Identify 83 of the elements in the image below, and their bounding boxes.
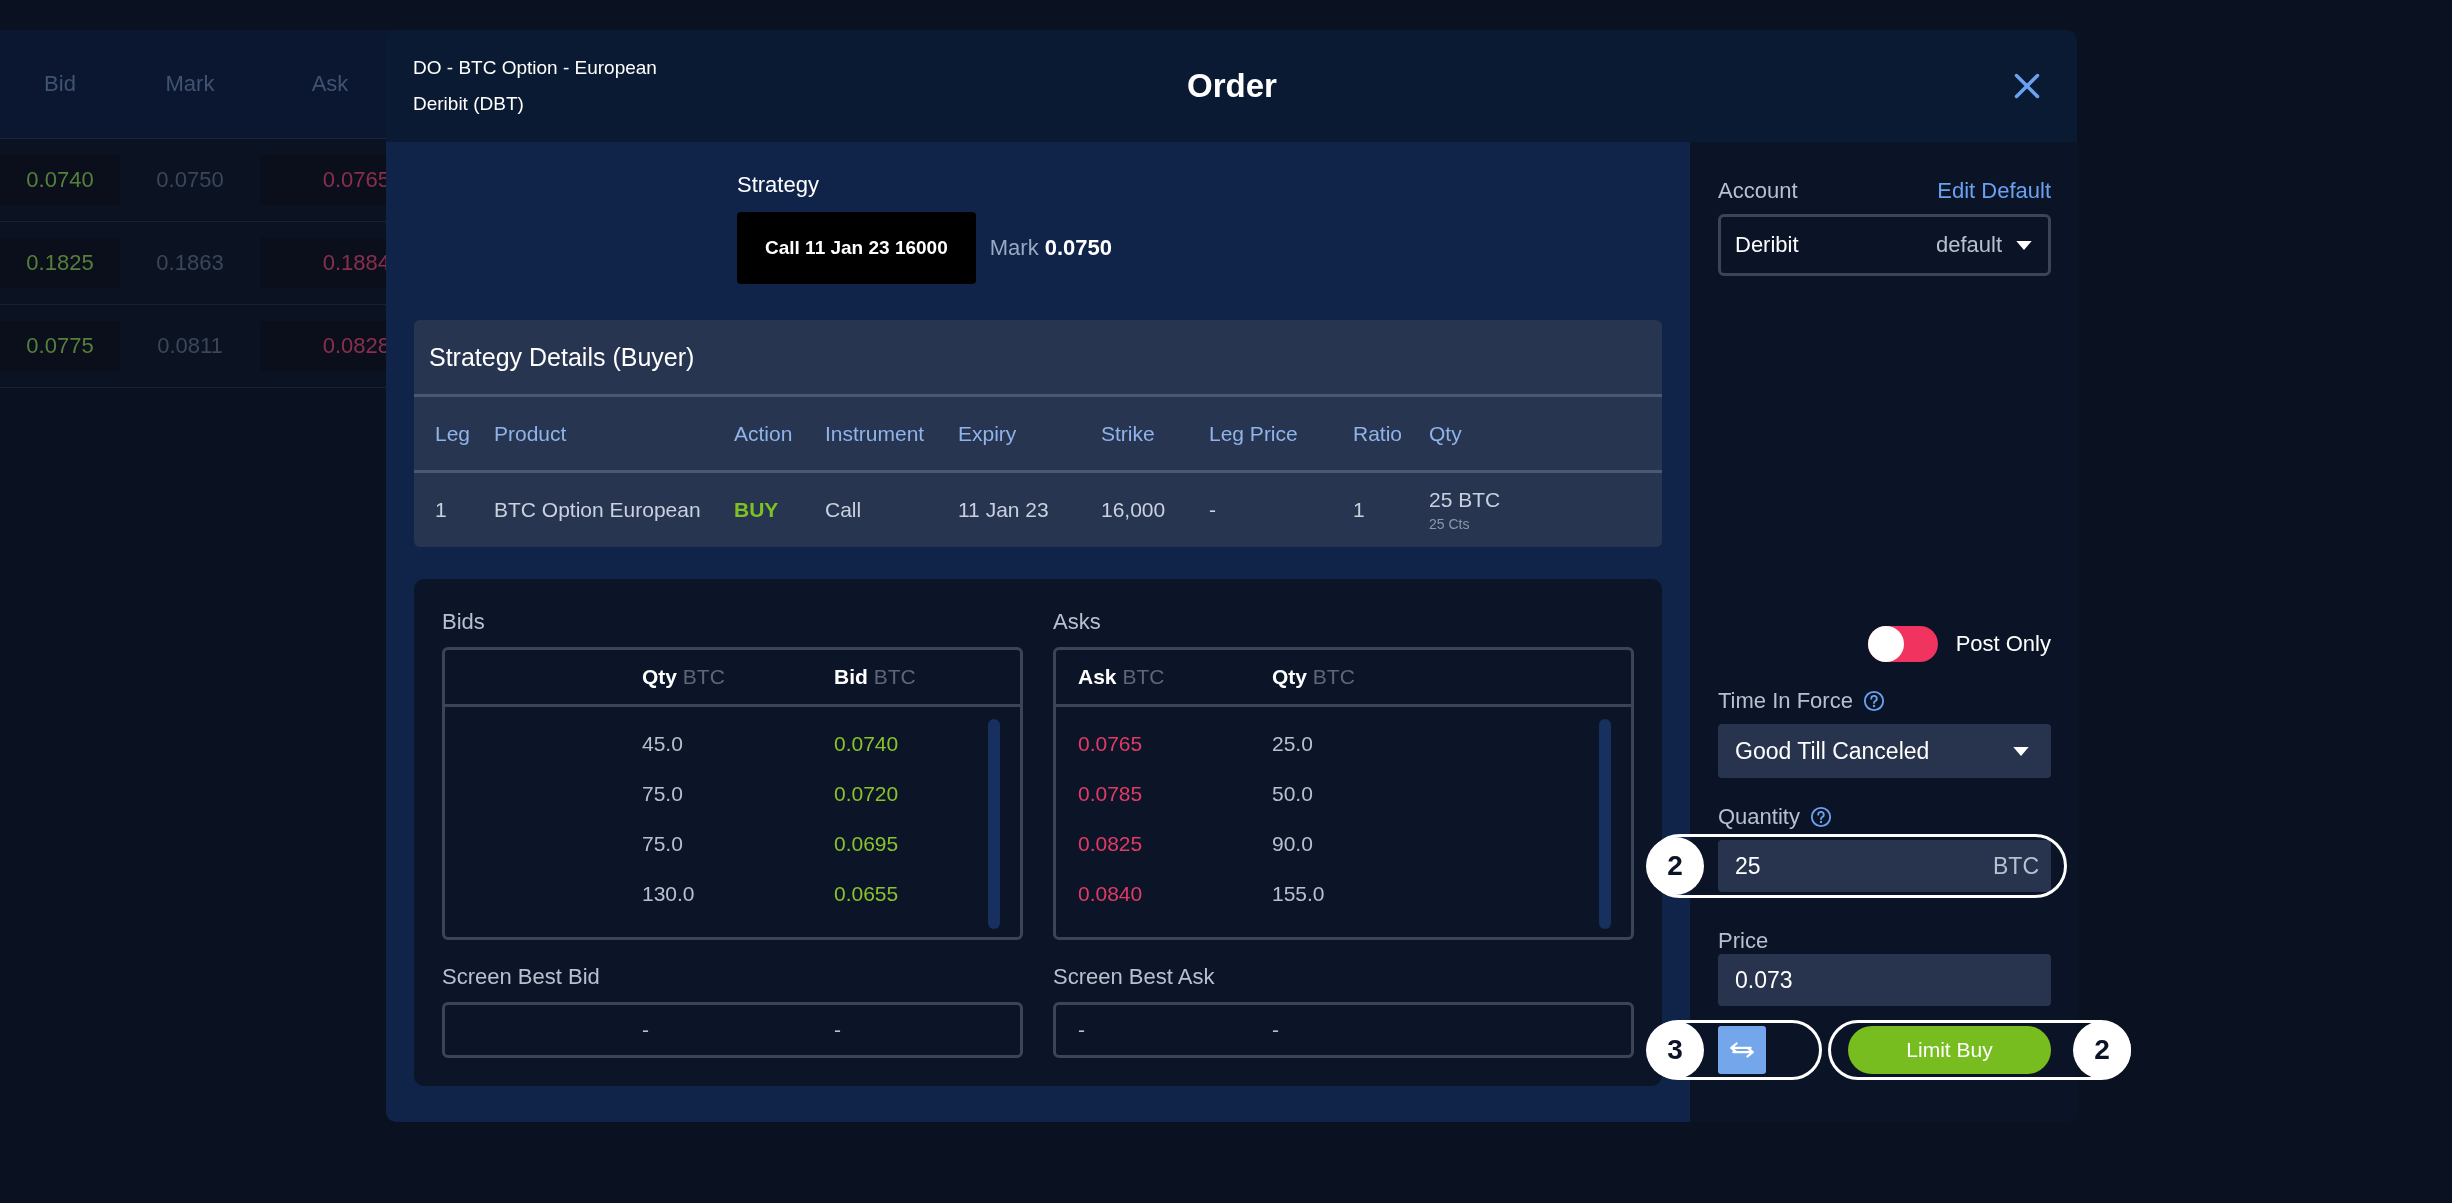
bid-cell: 0.1825	[0, 238, 120, 288]
price-field[interactable]: 0.073	[1718, 954, 2051, 1006]
mark-label: Mark	[989, 235, 1039, 261]
caret-icon	[2013, 746, 2029, 756]
swap-arrows-icon	[1729, 1041, 1755, 1059]
table-cell-text: 1	[435, 498, 448, 522]
toggle-label: Post Only	[1955, 631, 2051, 657]
strategy-chip: Call 11 Jan 23 16000	[737, 212, 976, 284]
best-price-value: -	[1272, 1018, 1279, 1042]
quantity-cell-text: 130.0	[642, 882, 696, 906]
column-header: Qty BTC	[1272, 665, 1355, 689]
table-cell-text: BTC Option European	[494, 498, 702, 522]
bid-price-cell: 0.0655	[834, 882, 899, 906]
scrollbar[interactable]	[988, 719, 1000, 929]
column-header: Product	[494, 421, 568, 446]
column-header: Instrument	[825, 421, 926, 446]
ask-price-cell-text: 0.0825	[1078, 832, 1144, 856]
column-header: Mark	[164, 71, 216, 97]
quantity-cell: 25.0	[1272, 732, 1313, 756]
post-only-toggle[interactable]	[1867, 626, 1938, 662]
field-label: Price	[1718, 928, 1770, 954]
venue-name: Deribit (DBT)	[413, 93, 525, 115]
help-icon[interactable]	[1862, 690, 1885, 712]
quantity-cell-text: 75.0	[642, 782, 684, 806]
best-price-value: -	[642, 1018, 650, 1042]
caret-icon	[2016, 240, 2032, 250]
section-label: Screen Best Bid	[442, 964, 601, 990]
quantity-cell: 90.0	[1272, 832, 1313, 856]
table-cell-text: 11 Jan 23	[958, 498, 1050, 522]
ask-price-cell-text: 0.0765	[1078, 732, 1144, 756]
bid-price-cell: 0.0740	[834, 732, 899, 756]
unit-label: BTC	[1993, 852, 2039, 880]
section-label: Asks	[1053, 609, 1102, 635]
best-price-value: -	[1078, 1018, 1086, 1042]
table-cell-text: 25 Cts	[1429, 516, 1471, 532]
column-header: Bid	[43, 71, 77, 97]
section-label: Screen Best Ask	[1053, 964, 1216, 990]
account-select[interactable]: Deribit default	[1718, 214, 2051, 276]
instrument-name: DO - BTC Option - European	[413, 57, 658, 79]
time-in-force-select[interactable]: Good Till Canceled	[1718, 724, 2051, 778]
bid-cell: 0.0775	[0, 321, 120, 371]
quantity-value: 25	[1735, 852, 1761, 880]
column-header: Strike	[1101, 421, 1156, 446]
column-header: Action	[734, 421, 794, 446]
ask-price-cell-text: 0.0785	[1078, 782, 1144, 806]
ask-price-cell-text: 0.0840	[1078, 882, 1144, 906]
table-cell-text: 16,000	[1101, 498, 1167, 522]
column-header: Qty	[1429, 421, 1463, 446]
column-header: Leg Price	[1209, 421, 1299, 446]
table-cell-text: BUY	[734, 498, 780, 522]
mark-value: 0.0750	[1044, 235, 1112, 261]
quantity-cell-text: 75.0	[642, 832, 684, 856]
quantity-cell-text: 45.0	[642, 732, 684, 756]
table-cell-text: -	[1209, 498, 1217, 522]
dialog-title: Order	[1187, 67, 1277, 105]
column-header: Expiry	[958, 421, 1018, 446]
quantity-cell: 50.0	[1272, 782, 1313, 806]
help-icon[interactable]	[1809, 806, 1832, 828]
scrollbar[interactable]	[1599, 719, 1611, 929]
bid-cell: 0.0740	[0, 155, 120, 205]
column-header: Ask BTC	[1078, 665, 1166, 689]
field-label: Time In Force	[1718, 688, 1853, 714]
column-header: Ask	[310, 71, 350, 97]
close-icon[interactable]	[2013, 72, 2041, 100]
table-cell-text: 1	[1353, 498, 1366, 522]
card-title: Strategy Details (Buyer)	[429, 342, 695, 372]
best-price-value: -	[834, 1018, 841, 1042]
table-cell-text: 25 BTC	[1429, 488, 1502, 512]
bid-price-cell: 0.0720	[834, 782, 899, 806]
table-cell-text: Call	[825, 498, 863, 522]
column-header: Ratio	[1353, 421, 1404, 446]
section-label: Bids	[442, 609, 486, 635]
field-label: Account	[1718, 178, 1798, 204]
column-header: Leg	[435, 421, 472, 446]
column-header: Bid BTC	[834, 665, 916, 689]
column-header: Qty BTC	[642, 665, 726, 689]
strategy-label: Strategy	[737, 172, 820, 198]
edit-default-link[interactable]: Edit Default	[1937, 178, 2051, 204]
quantity-cell: 155.0	[1272, 882, 1325, 906]
quantity-field[interactable]: 25 BTC	[1718, 840, 2051, 892]
field-label: Quantity	[1718, 804, 1800, 830]
bid-price-cell: 0.0695	[834, 832, 899, 856]
step-number: 2	[2073, 1021, 2131, 1079]
